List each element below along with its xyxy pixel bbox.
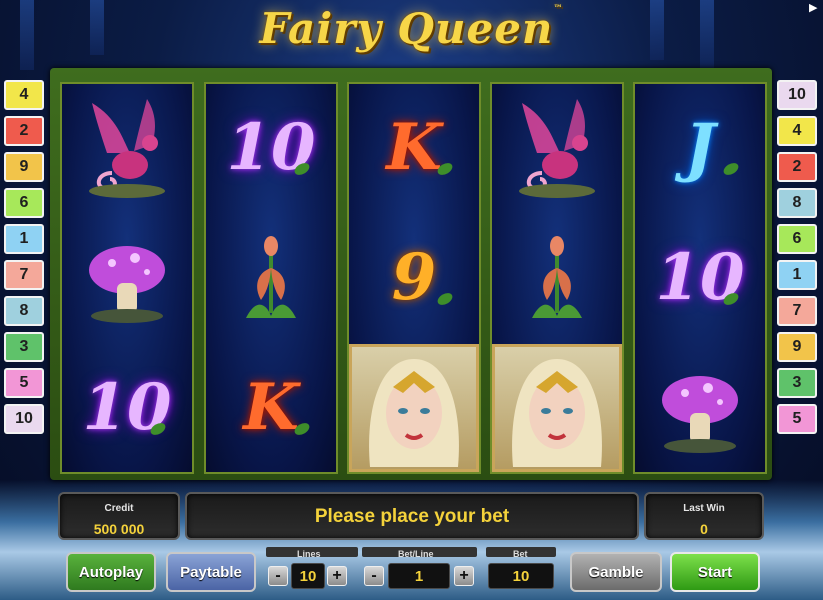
leaf-decoration [721, 160, 741, 178]
line-indicator: 6 [777, 224, 817, 254]
dragon-symbol-icon [62, 84, 192, 212]
symbol-j: J [635, 84, 765, 212]
autoplay-button[interactable]: Autoplay [66, 552, 156, 592]
symbol-k: K [349, 84, 479, 212]
line-indicator: 4 [777, 116, 817, 146]
symbol-label: K [386, 110, 442, 185]
reel-1: 10 [60, 82, 194, 474]
line-indicator: 5 [4, 368, 44, 398]
reel-5: J 10 [633, 82, 767, 474]
bet-line-plus-button[interactable]: + [454, 566, 474, 586]
symbol-10: 10 [62, 344, 192, 472]
last-win-value: 0 [700, 521, 708, 537]
credit-panel: Credit 500 000 [58, 492, 180, 540]
last-win-label: Last Win [683, 503, 725, 514]
symbol-k: K [206, 344, 336, 472]
lines-value: 10 [291, 563, 325, 589]
bet-label: Bet [513, 549, 528, 559]
bet-value: 10 [488, 563, 554, 589]
line-indicator: 8 [4, 296, 44, 326]
lines-minus-button[interactable]: - [268, 566, 288, 586]
line-indicator: 8 [777, 188, 817, 218]
lines-plus-button[interactable]: + [327, 566, 347, 586]
leaf-decoration [435, 290, 455, 308]
credit-value: 500 000 [93, 521, 145, 537]
line-indicator: 3 [777, 368, 817, 398]
mushroom-symbol-icon [62, 214, 192, 342]
line-indicator: 1 [4, 224, 44, 254]
credit-label: Credit [104, 503, 134, 514]
bet-line-value: 1 [388, 563, 450, 589]
line-indicator: 2 [777, 152, 817, 182]
line-indicator: 3 [4, 332, 44, 362]
lines-label: Lines [297, 549, 321, 559]
line-indicator: 7 [777, 296, 817, 326]
line-indicator: 2 [4, 116, 44, 146]
paytable-button[interactable]: Paytable [166, 552, 256, 592]
bet-line-label: Bet/Line [398, 549, 434, 559]
symbol-10: 10 [635, 214, 765, 342]
symbol-9: 9 [349, 214, 479, 342]
status-message: Please place your bet [314, 506, 510, 527]
bet-line-minus-button[interactable]: - [364, 566, 384, 586]
symbol-label: K [243, 370, 299, 445]
line-indicator: 1 [777, 260, 817, 290]
game-title-text: Fairy Queen [259, 4, 554, 53]
play-icon[interactable]: ▶ [809, 2, 821, 14]
message-panel: Please place your bet [185, 492, 639, 540]
reel-4 [490, 82, 624, 474]
fairy-queen-symbol-icon [492, 344, 622, 472]
symbol-label: J [684, 110, 716, 185]
fairy-queen-symbol-icon [349, 344, 479, 472]
trademark-symbol: ™ [553, 4, 564, 14]
reel-3: K9 [347, 82, 481, 474]
line-indicator: 10 [777, 80, 817, 110]
flower-symbol-icon [206, 214, 336, 342]
last-win-panel: Last Win 0 [644, 492, 764, 540]
reel-2: 10 K [204, 82, 338, 474]
game-title: Fairy Queen™ [0, 4, 823, 53]
line-indicator: 9 [777, 332, 817, 362]
dragon-symbol-icon [492, 84, 622, 212]
line-indicator: 10 [4, 404, 44, 434]
line-indicator: 7 [4, 260, 44, 290]
start-button[interactable]: Start [670, 552, 760, 592]
gamble-button[interactable]: Gamble [570, 552, 662, 592]
line-indicator: 9 [4, 152, 44, 182]
line-indicator: 5 [777, 404, 817, 434]
mushroom-symbol-icon [635, 344, 765, 472]
symbol-label: 9 [391, 240, 437, 315]
line-indicator: 4 [4, 80, 44, 110]
flower-symbol-icon [492, 214, 622, 342]
line-indicator: 6 [4, 188, 44, 218]
symbol-10: 10 [206, 84, 336, 212]
